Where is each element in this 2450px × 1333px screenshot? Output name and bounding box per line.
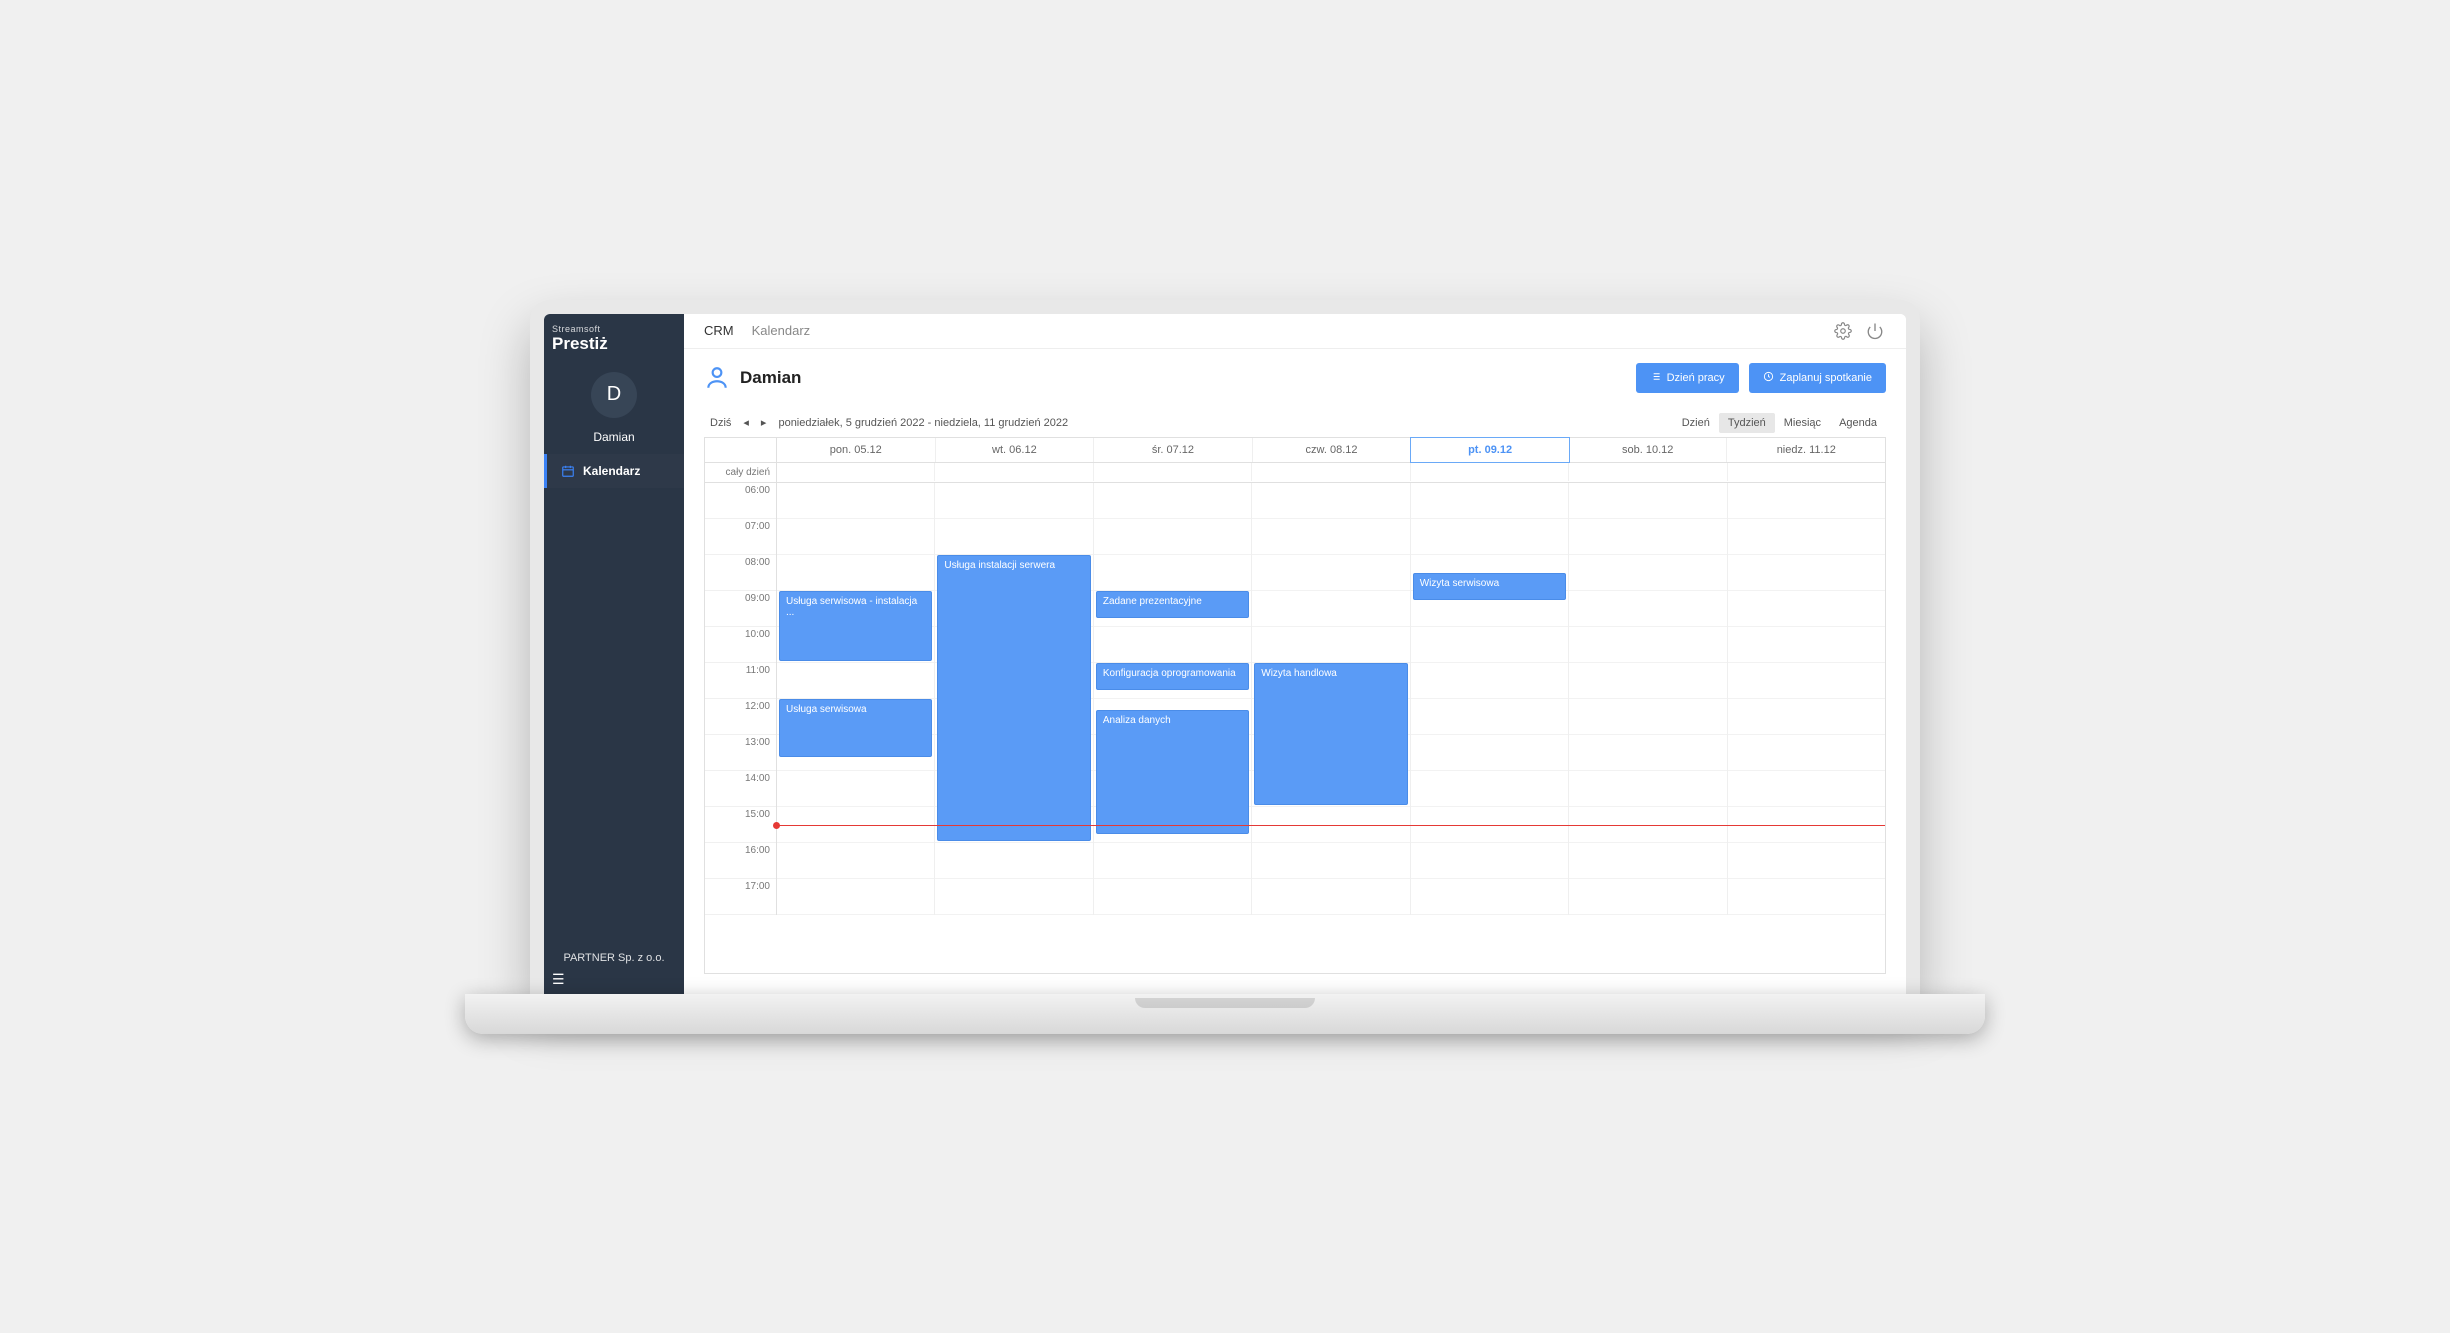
- day-header[interactable]: wt. 06.12: [936, 438, 1095, 462]
- day-column[interactable]: Usługa instalacji serwera: [935, 483, 1093, 915]
- time-slot-label: 17:00: [705, 879, 776, 915]
- next-button[interactable]: ▸: [755, 414, 773, 431]
- clock-icon: [1763, 371, 1774, 385]
- logo: Streamsoft Prestiż: [544, 314, 684, 358]
- time-slot-label: 10:00: [705, 627, 776, 663]
- time-slot-label: 06:00: [705, 483, 776, 519]
- time-slot-label: 07:00: [705, 519, 776, 555]
- allday-cell[interactable]: [935, 463, 1093, 481]
- menu-toggle-icon[interactable]: ☰: [552, 971, 565, 988]
- power-icon[interactable]: [1864, 320, 1886, 342]
- calendar-event[interactable]: Konfiguracja oprogramowania: [1096, 663, 1249, 691]
- day-column[interactable]: Wizyta serwisowa: [1411, 483, 1569, 915]
- day-header[interactable]: niedz. 11.12: [1727, 438, 1885, 462]
- days-grid: Usługa serwisowa - instalacja ...Usługa …: [777, 483, 1885, 915]
- avatar-name: Damian: [593, 430, 634, 444]
- calendar-event[interactable]: Wizyta handlowa: [1254, 663, 1407, 805]
- calendar-icon: [561, 464, 575, 478]
- button-label: Dzień pracy: [1667, 372, 1725, 384]
- calendar-wrapper: pon. 05.12wt. 06.12śr. 07.12czw. 08.12pt…: [684, 437, 1906, 994]
- day-column[interactable]: [1569, 483, 1727, 915]
- time-slot-label: 11:00: [705, 663, 776, 699]
- person-icon: [704, 365, 730, 391]
- button-label: Zaplanuj spotkanie: [1780, 372, 1872, 384]
- day-column[interactable]: [1728, 483, 1885, 915]
- allday-cell[interactable]: [1728, 463, 1885, 481]
- date-range-label: poniedziałek, 5 grudzień 2022 - niedziel…: [772, 415, 1074, 431]
- logo-vendor: Streamsoft: [552, 324, 676, 334]
- allday-label: cały dzień: [705, 463, 777, 482]
- view-tab-miesiąc[interactable]: Miesiąc: [1775, 413, 1830, 433]
- day-column[interactable]: Wizyta handlowa: [1252, 483, 1410, 915]
- day-column[interactable]: Usługa serwisowa - instalacja ... Usługa …: [777, 483, 935, 915]
- allday-row: cały dzień: [705, 463, 1885, 483]
- calendar-event[interactable]: Analiza danych: [1096, 710, 1249, 834]
- time-gutter: 06:0007:0008:0009:0010:0011:0012:0013:00…: [705, 483, 777, 915]
- topbar: CRM Kalendarz: [684, 314, 1906, 349]
- time-slot-label: 14:00: [705, 771, 776, 807]
- page-title: Damian: [740, 368, 801, 388]
- day-header[interactable]: pon. 05.12: [777, 438, 936, 462]
- time-slot-label: 08:00: [705, 555, 776, 591]
- today-button[interactable]: Dziś: [704, 415, 737, 431]
- allday-cell[interactable]: [1252, 463, 1410, 481]
- day-header[interactable]: pt. 09.12: [1410, 437, 1570, 463]
- time-slot-label: 15:00: [705, 807, 776, 843]
- sidebar: Streamsoft Prestiż D Damian Kalendarz PA…: [544, 314, 684, 994]
- calendar-event[interactable]: Zadane prezentacyjne: [1096, 591, 1249, 619]
- calendar-body: 06:0007:0008:0009:0010:0011:0012:0013:00…: [705, 483, 1885, 973]
- gear-icon[interactable]: [1832, 320, 1854, 342]
- sidebar-item-kalendarz[interactable]: Kalendarz: [544, 454, 684, 488]
- view-tab-tydzień[interactable]: Tydzień: [1719, 413, 1775, 433]
- sidebar-item-label: Kalendarz: [583, 464, 640, 478]
- day-header[interactable]: czw. 08.12: [1253, 438, 1412, 462]
- logo-product: Prestiż: [552, 334, 676, 354]
- time-slot-label: 09:00: [705, 591, 776, 627]
- allday-cell[interactable]: [1411, 463, 1569, 481]
- page-header: Damian Dzień pracy Zaplanuj spotkanie: [684, 349, 1906, 407]
- company-name: PARTNER Sp. z o.o.: [544, 952, 684, 994]
- calendar-event[interactable]: Wizyta serwisowa: [1413, 573, 1566, 601]
- prev-button[interactable]: ◂: [737, 414, 755, 431]
- view-tabs: DzieńTydzieńMiesiącAgenda: [1673, 413, 1886, 433]
- current-time-indicator: [777, 825, 1885, 826]
- day-header[interactable]: sob. 10.12: [1569, 438, 1728, 462]
- view-tab-dzień[interactable]: Dzień: [1673, 413, 1719, 433]
- time-slot-label: 13:00: [705, 735, 776, 771]
- calendar-event[interactable]: Usługa instalacji serwera: [937, 555, 1090, 841]
- view-tab-agenda[interactable]: Agenda: [1830, 413, 1886, 433]
- day-header[interactable]: śr. 07.12: [1094, 438, 1253, 462]
- calendar-event[interactable]: Usługa serwisowa: [779, 699, 932, 757]
- avatar-section: D Damian: [544, 358, 684, 454]
- list-icon: [1650, 371, 1661, 385]
- breadcrumb-current[interactable]: Kalendarz: [752, 323, 811, 338]
- calendar-event[interactable]: Usługa serwisowa - instalacja ...: [779, 591, 932, 661]
- avatar-initial: D: [607, 383, 621, 406]
- breadcrumb-root[interactable]: CRM: [704, 323, 734, 338]
- allday-cell[interactable]: [1094, 463, 1252, 481]
- main: CRM Kalendarz Damian Dzień pracy: [684, 314, 1906, 994]
- time-slot-label: 12:00: [705, 699, 776, 735]
- calendar: pon. 05.12wt. 06.12śr. 07.12czw. 08.12pt…: [704, 437, 1886, 974]
- time-slot-label: 16:00: [705, 843, 776, 879]
- workday-button[interactable]: Dzień pracy: [1636, 363, 1739, 393]
- allday-cell[interactable]: [777, 463, 935, 481]
- calendar-controls: Dziś ◂ ▸ poniedziałek, 5 grudzień 2022 -…: [684, 407, 1906, 437]
- avatar[interactable]: D: [591, 372, 637, 418]
- allday-cell[interactable]: [1569, 463, 1727, 481]
- schedule-meeting-button[interactable]: Zaplanuj spotkanie: [1749, 363, 1886, 393]
- day-column[interactable]: Zadane prezentacyjne Konfiguracja oprogra…: [1094, 483, 1252, 915]
- calendar-header-row: pon. 05.12wt. 06.12śr. 07.12czw. 08.12pt…: [705, 438, 1885, 463]
